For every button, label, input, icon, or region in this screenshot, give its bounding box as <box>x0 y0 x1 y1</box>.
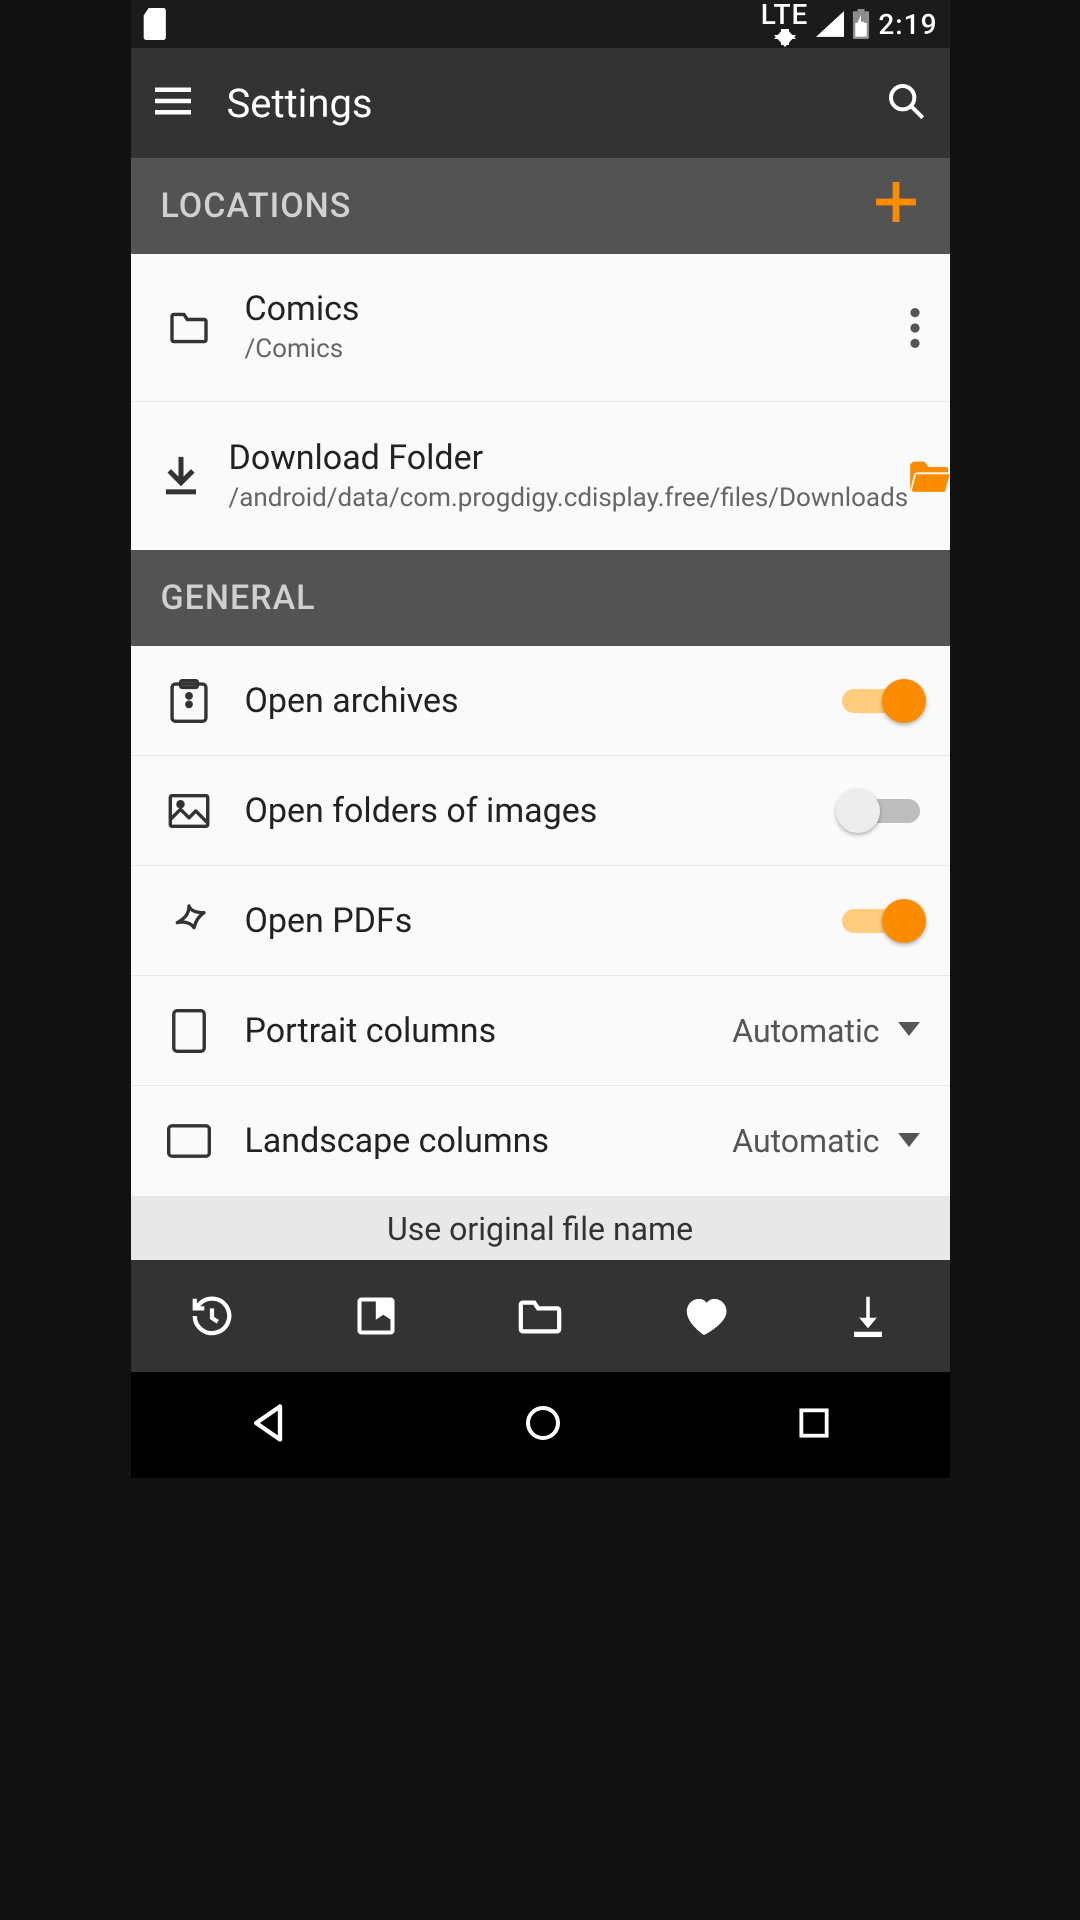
setting-value: Automatic <box>732 1122 879 1160</box>
pdf-icon <box>161 901 217 941</box>
page-title: Settings <box>227 80 373 127</box>
setting-open-pdfs[interactable]: Open PDFs <box>131 866 950 976</box>
general-list: Open archives Open folders of images Ope… <box>131 646 950 1196</box>
status-time: 2:19 <box>878 8 937 41</box>
setting-label: Portrait columns <box>245 1011 733 1051</box>
location-title: Comics <box>245 289 910 329</box>
nav-home-button[interactable] <box>523 1403 563 1447</box>
portrait-icon <box>161 1009 217 1053</box>
setting-original-filename[interactable]: Use original file name <box>131 1196 950 1260</box>
setting-label: Open archives <box>245 681 842 721</box>
more-icon[interactable] <box>910 308 920 348</box>
section-header-general: GENERAL <box>131 550 950 646</box>
android-nav-bar <box>131 1372 950 1478</box>
landscape-icon <box>161 1124 217 1158</box>
tab-favorites[interactable] <box>622 1295 786 1337</box>
bottom-nav-bar <box>131 1260 950 1372</box>
image-icon <box>161 794 217 828</box>
nav-recents-button[interactable] <box>795 1404 833 1446</box>
chevron-down-icon <box>898 1021 920 1040</box>
location-title: Download Folder <box>229 438 909 478</box>
locations-list: Comics /Comics Download Folder /android/… <box>131 254 950 550</box>
open-folder-icon[interactable] <box>908 458 952 494</box>
section-header-locations: LOCATIONS <box>131 158 950 254</box>
setting-open-archives[interactable]: Open archives <box>131 646 950 756</box>
setting-landscape-columns[interactable]: Landscape columns Automatic <box>131 1086 950 1196</box>
toggle-open-archives[interactable] <box>842 689 920 713</box>
tab-downloads[interactable] <box>786 1293 950 1339</box>
add-location-button[interactable] <box>872 178 920 235</box>
section-header-label: GENERAL <box>161 578 316 618</box>
setting-open-folders[interactable]: Open folders of images <box>131 756 950 866</box>
tab-history[interactable] <box>131 1293 295 1339</box>
tab-bookmarks[interactable] <box>294 1294 458 1338</box>
setting-portrait-columns[interactable]: Portrait columns Automatic <box>131 976 950 1086</box>
signal-icon <box>816 11 844 37</box>
setting-value: Automatic <box>732 1012 879 1050</box>
app-bar: Settings <box>131 48 950 158</box>
setting-label: Use original file name <box>387 1210 693 1248</box>
folder-icon <box>161 311 217 345</box>
setting-label: Landscape columns <box>245 1121 733 1161</box>
download-icon <box>161 456 201 496</box>
archive-icon <box>161 679 217 723</box>
chevron-down-icon <box>898 1132 920 1151</box>
battery-icon <box>852 9 870 39</box>
status-bar: LTE 2:19 <box>131 0 950 48</box>
toggle-open-folders[interactable] <box>842 799 920 823</box>
sd-card-icon <box>143 8 169 40</box>
location-row-comics[interactable]: Comics /Comics <box>131 254 950 402</box>
menu-icon[interactable] <box>155 87 191 119</box>
location-path: /Comics <box>245 333 910 366</box>
nav-back-button[interactable] <box>247 1401 291 1449</box>
section-header-label: LOCATIONS <box>161 186 352 226</box>
setting-label: Open PDFs <box>245 901 842 941</box>
location-path: /android/data/com.progdigy.cdisplay.free… <box>229 482 909 515</box>
setting-label: Open folders of images <box>245 791 842 831</box>
location-row-download[interactable]: Download Folder /android/data/com.progdi… <box>131 402 950 550</box>
search-icon[interactable] <box>886 81 926 125</box>
network-lte-icon: LTE <box>761 1 809 47</box>
toggle-open-pdfs[interactable] <box>842 909 920 933</box>
tab-library[interactable] <box>458 1296 622 1336</box>
